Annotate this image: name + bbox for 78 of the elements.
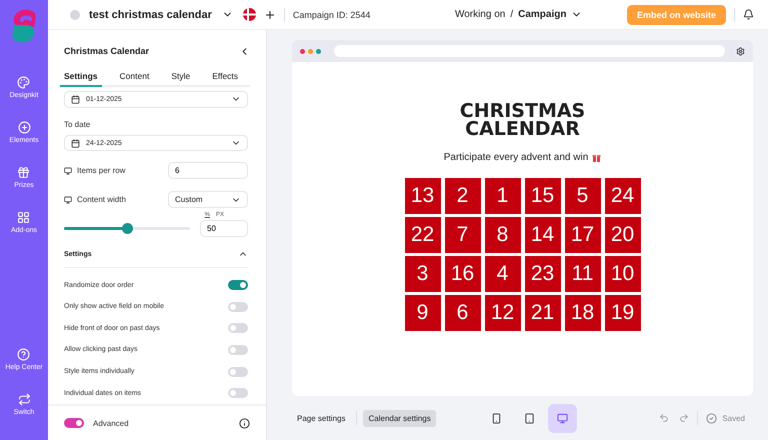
field-label: Items per row [77,166,126,176]
redo-icon[interactable] [679,413,690,423]
mobile-icon [490,412,502,424]
calendar-door[interactable]: 22 [404,217,440,253]
calendar-door[interactable]: 23 [524,256,560,292]
settings-icon[interactable] [736,46,745,56]
monitor-icon [64,196,72,204]
working-on-label: Working on [454,9,506,20]
help-icon [17,348,30,361]
calendar-door[interactable]: 3 [404,256,440,292]
panel-tab[interactable]: Style [167,68,194,87]
gift-icon [592,153,602,162]
slider-thumb[interactable] [122,223,132,234]
info-icon[interactable] [239,418,250,428]
panel-tab[interactable]: Effects [208,68,242,87]
page-settings-tab[interactable]: Page settings [292,410,350,426]
toggle-switch[interactable] [228,302,248,312]
field-label: Content width [77,195,126,204]
rail-icon [17,211,30,224]
calendar-door[interactable]: 4 [484,256,520,292]
campaign-id: Campaign ID: 2544 [292,10,370,20]
context-selector[interactable]: Campaign [518,9,566,20]
status-dot [70,10,80,20]
field-label: To date [64,120,92,129]
calendar-door[interactable]: 10 [604,256,640,292]
calendar-door[interactable]: 2 [444,178,480,214]
calendar-door[interactable]: 24 [604,178,640,214]
breadcrumb-separator: / [510,9,514,20]
calendar-door[interactable]: 20 [604,217,640,253]
add-icon[interactable] [264,8,276,20]
calendar-door[interactable]: 17 [564,217,600,253]
flag-icon[interactable] [242,8,256,21]
calendar-door[interactable]: 9 [404,295,440,331]
calendar-icon [71,138,80,148]
width-input[interactable]: 50 [200,220,248,238]
save-status: Saved [722,414,745,422]
panel-tab[interactable]: Content [116,68,154,87]
calendar-subtitle: Participate every advent and win [444,152,588,163]
toggle-switch[interactable] [64,418,84,428]
arrows-icon [18,393,30,406]
calendar-icon [71,94,80,104]
calendar-door[interactable]: 6 [444,295,480,331]
calendar-door[interactable]: 1 [484,178,520,214]
calendar-settings-tab[interactable]: Calendar settings [363,410,436,426]
calendar-door[interactable]: 16 [444,256,480,292]
monitor-icon [64,166,72,175]
toggle-switch[interactable] [228,280,248,290]
calendar-door[interactable]: 8 [484,217,520,253]
calendar-door[interactable]: 18 [564,295,600,331]
toggle-label: Advanced [93,418,129,428]
undo-icon[interactable] [659,413,670,423]
check-icon [706,412,718,424]
calendar-door[interactable]: 7 [444,217,480,253]
calendar-door[interactable]: 14 [524,217,560,253]
items-per-row-input[interactable]: 6 [168,162,248,180]
content-width-select[interactable]: Custom [168,191,248,208]
desktop-view-button[interactable] [548,404,577,432]
tablet-icon [524,412,535,424]
calendar-door[interactable]: 19 [604,295,640,331]
panel-title: Christmas Calendar [64,46,150,56]
rail-icon [17,166,30,179]
toggle-switch[interactable] [228,323,248,334]
calendar-door[interactable]: 11 [564,256,600,292]
rail-icon [17,76,30,89]
bell-icon[interactable] [743,9,754,20]
calendar-door[interactable]: 5 [564,178,600,214]
calendar-door[interactable]: 15 [524,178,560,214]
calendar-title: CHRISTMAS CALENDAR [458,102,586,138]
panel-tab[interactable]: Settings [60,68,102,87]
toggle-switch[interactable] [228,388,248,398]
toggle-switch[interactable] [228,366,248,377]
calendar-door[interactable]: 12 [484,295,520,331]
calendar-door[interactable]: 21 [524,295,560,331]
desktop-icon [556,412,568,424]
campaign-name: test christmas calendar [89,8,212,20]
rail-icon [18,121,30,134]
toggle-switch[interactable] [228,344,248,355]
calendar-door[interactable]: 13 [404,178,440,214]
